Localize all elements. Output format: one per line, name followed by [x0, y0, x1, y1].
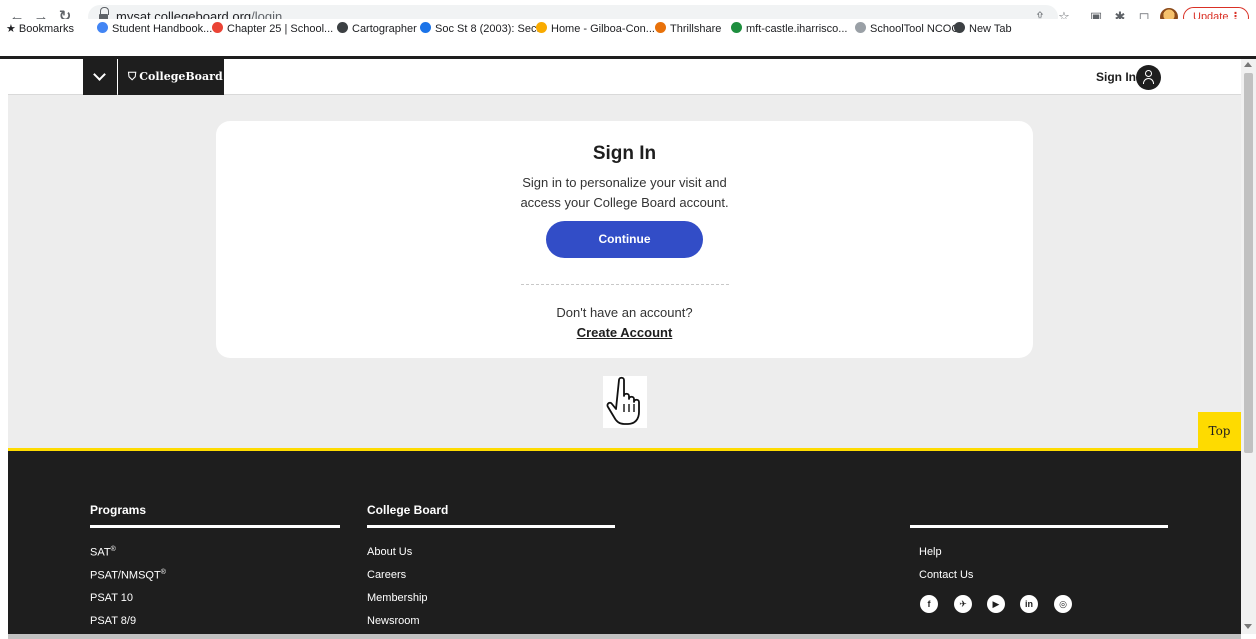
back-to-top-button[interactable]: Top	[1198, 412, 1241, 450]
bookmark-item[interactable]: mft-castle.iharrisco...	[731, 22, 847, 35]
instagram-icon[interactable]: ◎	[1054, 595, 1072, 613]
footer-link-about-us[interactable]: About Us	[367, 546, 412, 558]
menu-toggle-button[interactable]	[83, 59, 117, 95]
collegeboard-logo[interactable]: ⛉ CollegeBoard	[118, 59, 224, 95]
header-signin-link[interactable]: Sign In	[1096, 70, 1136, 84]
footer-heading-programs: Programs	[90, 503, 147, 517]
bookmark-item[interactable]: ★ Bookmarks	[6, 22, 74, 35]
youtube-icon[interactable]: ▶	[987, 595, 1005, 613]
footer-link-contact-us[interactable]: Contact Us	[919, 569, 973, 581]
site-header: ⛉ CollegeBoard Sign In	[8, 59, 1241, 95]
globe-icon	[954, 22, 965, 33]
footer-rule	[90, 525, 340, 528]
bookmark-favicon-icon	[97, 22, 108, 33]
bookmark-item[interactable]: Soc St 8 (2003): Sec...	[420, 22, 546, 35]
footer-link-membership[interactable]: Membership	[367, 592, 428, 604]
no-account-text: Don't have an account?	[556, 305, 693, 320]
footer-link-psat-10[interactable]: PSAT 10	[90, 592, 133, 604]
footer-rule	[367, 525, 615, 528]
bookmark-favicon-icon	[655, 22, 666, 33]
signin-card: Sign In Sign in to personalize your visi…	[216, 121, 1033, 358]
google-icon	[212, 22, 223, 33]
bookmark-item[interactable]: Student Handbook...	[97, 22, 212, 35]
bookmark-item[interactable]: Home - Gilboa-Con...	[536, 22, 655, 35]
bookmark-favicon-icon	[536, 22, 547, 33]
bookmark-favicon-icon	[855, 22, 866, 33]
continue-button[interactable]: Continue	[546, 221, 703, 258]
footer-link-newsroom[interactable]: Newsroom	[367, 615, 420, 627]
bookmark-favicon-icon	[731, 22, 742, 33]
scroll-down-arrow-icon[interactable]	[1244, 624, 1252, 629]
bookmark-item[interactable]: Chapter 25 | School...	[212, 22, 333, 35]
globe-icon	[337, 22, 348, 33]
footer-link-psat-nmsqt[interactable]: PSAT/NMSQT®	[90, 569, 166, 582]
bookmark-favicon-icon	[420, 22, 431, 33]
horizontal-scrollbar[interactable]	[8, 634, 1241, 639]
chevron-down-icon	[93, 68, 106, 81]
bookmark-item[interactable]: SchoolTool NCOC	[855, 22, 959, 35]
user-icon[interactable]	[1136, 65, 1161, 90]
site-footer: Programs SAT® PSAT/NMSQT® PSAT 10 PSAT 8…	[8, 448, 1241, 634]
footer-rule	[910, 525, 1168, 528]
hand-cursor-icon	[603, 376, 647, 428]
divider	[521, 284, 729, 285]
bookmark-item[interactable]: New Tab	[954, 22, 1012, 35]
footer-link-careers[interactable]: Careers	[367, 569, 406, 581]
scroll-up-arrow-icon[interactable]	[1244, 62, 1252, 67]
footer-link-sat[interactable]: SAT®	[90, 546, 116, 559]
card-subtitle: Sign in to personalize your visit and ac…	[520, 175, 729, 210]
twitter-icon[interactable]: ✈	[954, 595, 972, 613]
bookmark-item[interactable]: Thrillshare	[655, 22, 721, 35]
bookmarks-bar: ★ Bookmarks Student Handbook... Chapter …	[0, 19, 1256, 37]
linkedin-icon[interactable]: in	[1020, 595, 1038, 613]
footer-link-help[interactable]: Help	[919, 546, 942, 558]
footer-heading-college-board: College Board	[367, 503, 449, 517]
page-content: ⛉ CollegeBoard Sign In Sign In Sign in to…	[8, 59, 1241, 634]
card-title: Sign In	[592, 143, 657, 164]
bookmark-item[interactable]: Cartographer	[337, 22, 417, 35]
vertical-scrollbar[interactable]	[1241, 59, 1256, 634]
footer-link-psat-89[interactable]: PSAT 8/9	[90, 615, 136, 627]
acorn-icon: ⛉	[128, 70, 137, 83]
facebook-icon[interactable]: f	[920, 595, 938, 613]
scrollbar-thumb[interactable]	[1244, 73, 1253, 453]
create-account-link[interactable]: Create Account	[216, 325, 1033, 340]
star-icon: ★	[6, 23, 19, 35]
